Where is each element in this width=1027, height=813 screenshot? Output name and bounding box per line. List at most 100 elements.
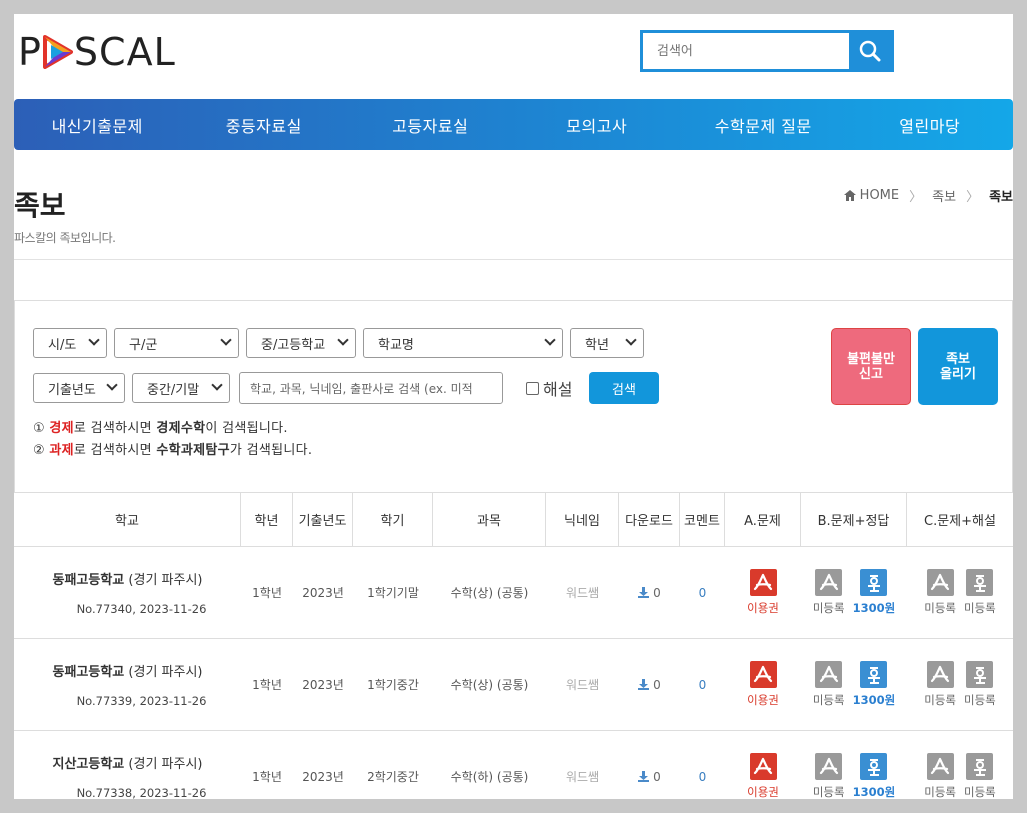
b-pdf[interactable]: 미등록 [813, 569, 845, 616]
hwp-icon[interactable] [966, 753, 994, 780]
c-pdf-label: 미등록 [924, 693, 956, 707]
c-icons: 미등록 미등록 [924, 569, 996, 616]
col-download: 다운로드 [619, 493, 680, 546]
grade-cell: 1학년 [252, 770, 282, 784]
comment-count[interactable]: 0 [680, 639, 725, 730]
a-pdf[interactable]: 이용권 [747, 661, 779, 708]
pdf-icon[interactable] [815, 753, 843, 780]
b-pdf[interactable]: 미등록 [813, 753, 845, 799]
hwp-icon[interactable] [860, 753, 888, 780]
hwp-icon[interactable] [966, 661, 994, 688]
select-term[interactable]: 중간/기말 [132, 373, 230, 403]
a-pdf[interactable]: 이용권 [747, 569, 779, 616]
b-icons: 미등록 1300원 [813, 569, 895, 616]
c-pdf[interactable]: 미등록 [924, 661, 956, 708]
hwp-icon[interactable] [860, 661, 888, 688]
pdf-icon[interactable] [749, 569, 777, 596]
nav-item-middle[interactable]: 중등자료실 [181, 99, 348, 150]
download-icon [638, 587, 650, 598]
explain-checkbox[interactable]: 해설 [526, 376, 572, 400]
a-pdf[interactable]: 이용권 [747, 753, 779, 799]
c-pdf-label: 미등록 [924, 785, 956, 799]
nickname-cell[interactable]: 워드쌤 [546, 547, 619, 638]
term-cell: 2학기중간 [367, 770, 419, 784]
breadcrumb-parent[interactable]: 족보 [932, 186, 956, 205]
nickname-cell[interactable]: 워드쌤 [546, 731, 619, 799]
home-icon [843, 190, 856, 201]
logo-text-left: P [18, 30, 42, 74]
logo-play-icon [42, 35, 73, 69]
select-year-value: 기출년도 [48, 382, 96, 398]
hwp-icon[interactable] [966, 569, 994, 596]
b-hwp[interactable]: 1300원 [853, 569, 895, 616]
c-hwp-label: 미등록 [964, 785, 996, 799]
upload-button-line2: 올리기 [940, 366, 976, 382]
page-subtitle: 파스칼의 족보입니다. [14, 231, 116, 245]
pdf-icon[interactable] [815, 661, 843, 688]
pascal-logo[interactable]: P SCAL [18, 30, 176, 74]
checkbox-box[interactable] [526, 381, 539, 395]
filter-search-button[interactable]: 검색 [589, 372, 659, 404]
explain-label: 해설 [543, 380, 573, 399]
c-cell: 미등록 미등록 [907, 731, 1013, 799]
nav-item-question[interactable]: 수학문제 질문 [680, 99, 847, 150]
upload-button[interactable]: 족보 올리기 [918, 328, 998, 405]
comment-count[interactable]: 0 [680, 731, 725, 799]
comment-count[interactable]: 0 [680, 547, 725, 638]
c-hwp[interactable]: 미등록 [964, 753, 996, 799]
search-tip-2: ② 과제로 검색하시면 수학과제탐구가 검색됩니다. [33, 439, 312, 458]
breadcrumb-home[interactable]: HOME [860, 188, 899, 203]
download-count: 0 [653, 677, 661, 692]
hwp-icon[interactable] [860, 569, 888, 596]
keyword-input[interactable]: 학교, 과목, 닉네임, 출판사로 검색 (ex. 미적 [239, 372, 503, 404]
school-name[interactable]: 동패고등학교 [53, 665, 125, 680]
pdf-icon[interactable] [749, 661, 777, 688]
b-hwp[interactable]: 1300원 [853, 753, 895, 799]
select-school-level[interactable]: 중/고등학교 [246, 328, 356, 358]
table-row[interactable]: 동패고등학교 (경기 파주시) No.77339, 2023-11-26 1학년… [14, 639, 1013, 731]
c-pdf[interactable]: 미등록 [924, 753, 956, 799]
c-hwp[interactable]: 미등록 [964, 569, 996, 616]
a-cell: 이용권 [725, 639, 801, 730]
select-year[interactable]: 기출년도 [33, 373, 125, 403]
report-button[interactable]: 불편불만 신고 [831, 328, 911, 405]
pdf-icon[interactable] [926, 661, 954, 688]
c-hwp[interactable]: 미등록 [964, 661, 996, 708]
table-row[interactable]: 지산고등학교 (경기 파주시) No.77338, 2023-11-26 1학년… [14, 731, 1013, 799]
select-grade[interactable]: 학년 [570, 328, 644, 358]
chevron-down-icon [544, 334, 556, 346]
download-cell: 0 [619, 639, 680, 730]
nav-item-high[interactable]: 고등자료실 [347, 99, 514, 150]
breadcrumb: HOME 〉 족보 〉 족보 [843, 186, 1013, 205]
pdf-icon[interactable] [749, 753, 777, 780]
nav-item-mock[interactable]: 모의고사 [514, 99, 681, 150]
search-input[interactable] [643, 33, 849, 69]
tip-result: 수학과제탐구 [156, 443, 230, 458]
nickname-cell[interactable]: 워드쌤 [546, 639, 619, 730]
table-row[interactable]: 동패고등학교 (경기 파주시) No.77340, 2023-11-26 1학년… [14, 547, 1013, 639]
select-gugun[interactable]: 구/군 [114, 328, 239, 358]
select-sido[interactable]: 시/도 [33, 328, 107, 358]
tip-result: 경제수학 [156, 421, 206, 436]
tip-suffix: 가 검색됩니다. [229, 443, 313, 458]
pdf-icon[interactable] [815, 569, 843, 596]
select-school-name[interactable]: 학교명 [363, 328, 563, 358]
download-cell: 0 [619, 547, 680, 638]
b-pdf[interactable]: 미등록 [813, 661, 845, 708]
col-grade: 학년 [241, 493, 293, 546]
pdf-icon[interactable] [926, 569, 954, 596]
nav-item-exam[interactable]: 내신기출문제 [14, 99, 181, 150]
a-cell: 이용권 [725, 731, 801, 799]
school-cell: 동패고등학교 (경기 파주시) No.77340, 2023-11-26 [14, 547, 241, 638]
nav-item-open[interactable]: 열린마당 [847, 99, 1014, 150]
c-hwp-label: 미등록 [964, 693, 996, 707]
col-c: C.문제+해설 [924, 514, 996, 529]
b-hwp[interactable]: 1300원 [853, 661, 895, 708]
chevron-down-icon [337, 334, 349, 346]
b-pdf-label: 미등록 [812, 693, 845, 707]
school-name[interactable]: 지산고등학교 [53, 757, 125, 772]
c-pdf[interactable]: 미등록 [924, 569, 956, 616]
school-name[interactable]: 동패고등학교 [53, 573, 125, 588]
pdf-icon[interactable] [926, 753, 954, 780]
search-button[interactable] [849, 33, 891, 69]
